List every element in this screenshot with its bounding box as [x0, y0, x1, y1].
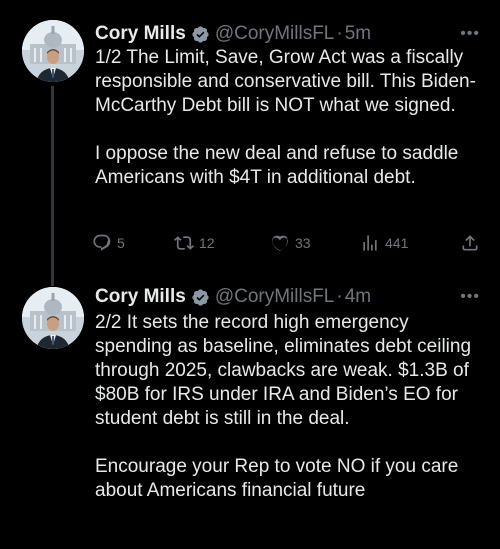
- share-button[interactable]: [460, 233, 485, 253]
- more-options-icon[interactable]: •••: [460, 285, 480, 309]
- retweet-icon: [174, 236, 194, 250]
- tweet-header: Cory Mills @CoryMillsFL · 4m •••: [95, 285, 480, 309]
- avatar[interactable]: [22, 20, 84, 82]
- retweet-button[interactable]: 12: [174, 233, 215, 253]
- separator-dot: ·: [336, 23, 343, 44]
- reply-button[interactable]: 5: [92, 233, 125, 253]
- views-icon: [363, 235, 377, 251]
- author-name[interactable]: Cory Mills: [95, 22, 186, 46]
- tweet-2[interactable]: Cory Mills @CoryMillsFL · 4m ••• 2/2 It …: [0, 280, 500, 549]
- tweet-1[interactable]: Cory Mills @CoryMillsFL · 5m ••• 1/2 The…: [0, 0, 500, 286]
- separator-dot: ·: [336, 286, 343, 307]
- author-handle[interactable]: @CoryMillsFL: [215, 22, 335, 46]
- like-button[interactable]: 33: [270, 233, 311, 253]
- author-name[interactable]: Cory Mills: [95, 285, 186, 309]
- views-button[interactable]: 441: [360, 233, 408, 253]
- retweet-count: 12: [199, 235, 215, 251]
- share-icon: [462, 235, 478, 251]
- timestamp[interactable]: 4m: [345, 285, 371, 309]
- avatar-photo: [22, 287, 84, 349]
- like-icon: [271, 235, 288, 252]
- like-count: 33: [295, 235, 311, 251]
- author-handle[interactable]: @CoryMillsFL: [215, 285, 335, 309]
- reply-count: 5: [117, 235, 125, 251]
- views-count: 441: [385, 235, 409, 251]
- tweet-header: Cory Mills @CoryMillsFL · 5m •••: [95, 22, 480, 46]
- thread-line: [51, 86, 54, 286]
- avatar[interactable]: [22, 287, 84, 349]
- tweet-actions: 5 12 33 441: [92, 233, 484, 257]
- tweet-text: 1/2 The Limit, Save, Grow Act was a fisc…: [95, 47, 476, 188]
- avatar-photo: [22, 20, 84, 82]
- reply-icon: [93, 234, 111, 251]
- timestamp[interactable]: 5m: [345, 22, 371, 46]
- verified-badge-icon[interactable]: [191, 25, 210, 44]
- tweet-text: 2/2 It sets the record high emergency sp…: [95, 312, 472, 501]
- verified-badge-icon[interactable]: [191, 288, 210, 307]
- more-options-icon[interactable]: •••: [460, 22, 480, 46]
